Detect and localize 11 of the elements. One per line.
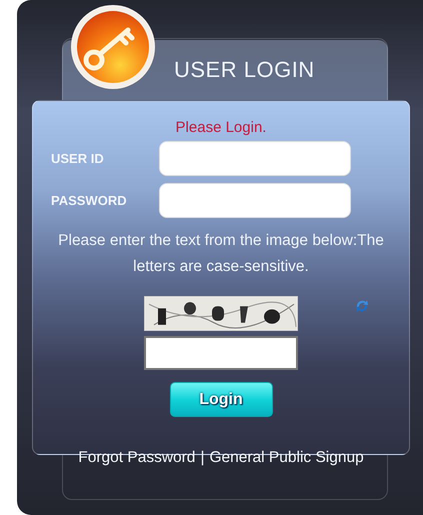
input-field[interactable] (159, 183, 351, 218)
input-field[interactable] (159, 141, 351, 176)
refresh-icon[interactable] (354, 298, 370, 314)
field-label: PASSWORD (51, 193, 128, 208)
link-separator: | (200, 449, 204, 467)
key-icon (70, 4, 156, 90)
login-title: USER LOGIN (174, 57, 315, 83)
status-message: Please Login. (176, 119, 266, 136)
captcha-field[interactable] (144, 336, 298, 370)
captcha-instruction: Please enter the text from the image below:The letters are case-sensitive. (57, 231, 385, 277)
field-label: USER ID (51, 151, 105, 166)
